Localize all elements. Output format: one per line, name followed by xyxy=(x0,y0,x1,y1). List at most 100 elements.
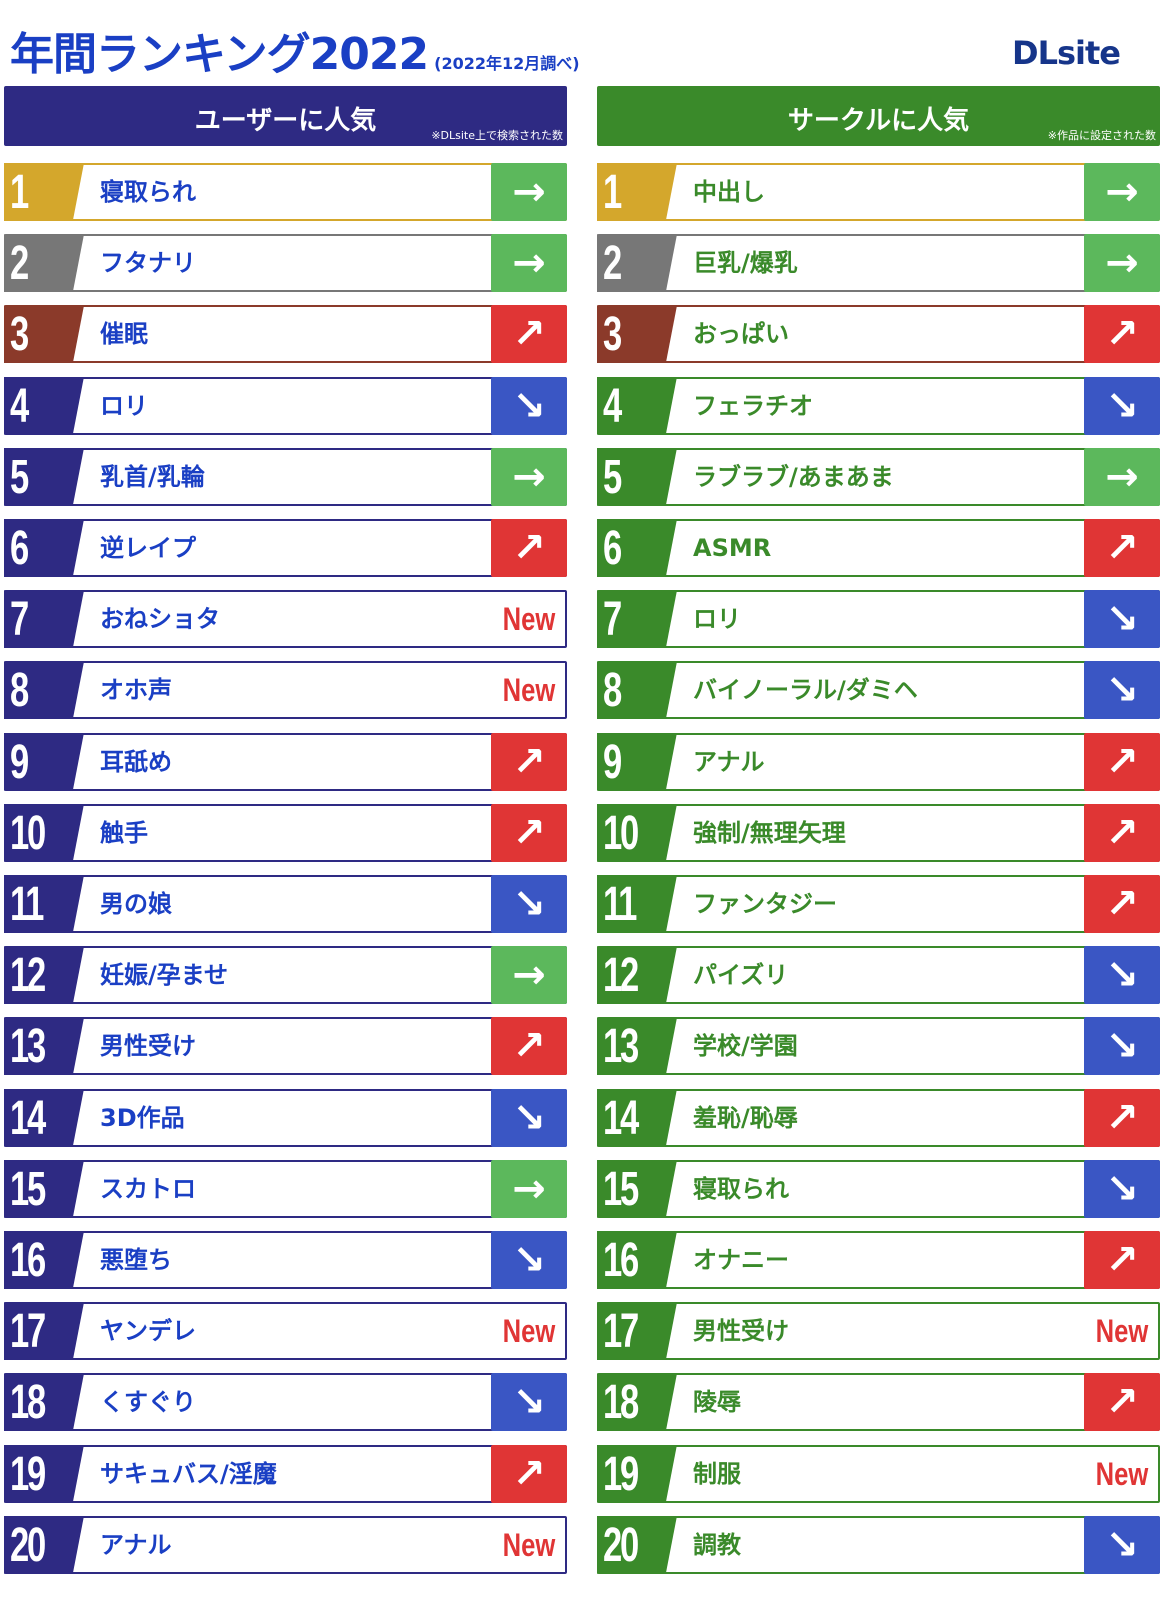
tag-label: 触手 xyxy=(100,818,148,847)
ranking-row[interactable]: 4 ロリ ↘ xyxy=(4,376,567,435)
dlsite-logo[interactable]: DLsite xyxy=(1012,34,1121,72)
ranking-row[interactable]: 11 男の娘 ↘ xyxy=(4,875,567,933)
ranking-row[interactable]: 10 強制/無理矢理 ↗ xyxy=(597,803,1160,862)
ranking-row[interactable]: 17 ヤンデレ New xyxy=(4,1302,567,1361)
arrow-up-right-icon: ↗ xyxy=(1084,732,1160,791)
rank-number: 8 xyxy=(10,664,29,718)
ranking-row[interactable]: 7 ロリ ↘ xyxy=(597,590,1160,649)
rank-number: 13 xyxy=(10,1020,46,1074)
ranking-row[interactable]: 14 3D作品 ↘ xyxy=(4,1088,567,1147)
ranking-row[interactable]: 2 フタナリ → xyxy=(4,234,567,293)
arrow-down-right-icon: ↘ xyxy=(1084,1017,1160,1076)
tag-label: スカトロ xyxy=(100,1174,196,1203)
tag-label: 妊娠/孕ませ xyxy=(100,961,229,990)
tag-label: 乳首/乳輪 xyxy=(100,462,205,491)
ranking-row[interactable]: 17 男性受け New xyxy=(597,1302,1160,1361)
tag-label: 中出し xyxy=(693,178,765,206)
ranking-row[interactable]: 18 くすぐり ↘ xyxy=(4,1373,567,1432)
logo-text: DLsite xyxy=(1012,34,1121,72)
tag-label: フタナリ xyxy=(100,249,196,278)
ranking-row[interactable]: 6 逆レイプ ↗ xyxy=(4,519,567,577)
rank-number: 1 xyxy=(603,166,622,219)
ranking-row[interactable]: 11 ファンタジー ↗ xyxy=(597,875,1160,933)
ranking-row[interactable]: 12 妊娠/孕ませ → xyxy=(4,946,567,1005)
ranking-row[interactable]: 8 オホ声 New xyxy=(4,661,567,720)
ranking-row[interactable]: 5 ラブラブ/あまあま → xyxy=(597,447,1160,506)
new-badge: New xyxy=(502,601,556,638)
tag-label: 巨乳/爆乳 xyxy=(693,249,798,278)
ranking-row[interactable]: 5 乳首/乳輪 → xyxy=(4,447,567,506)
rank-number: 19 xyxy=(603,1447,639,1501)
tag-label: ロリ xyxy=(693,605,741,634)
tag-label: ロリ xyxy=(100,391,148,420)
tag-label: 催眠 xyxy=(100,320,148,349)
arrow-up-right-icon: ↗ xyxy=(491,803,567,862)
tag-label: おっぱい xyxy=(693,320,789,349)
ranking-row[interactable]: 3 催眠 ↗ xyxy=(4,305,567,364)
tag-label: 男の娘 xyxy=(100,890,172,918)
arrow-down-right-icon: ↘ xyxy=(491,1373,567,1432)
rank-number: 18 xyxy=(603,1376,639,1430)
new-badge: New xyxy=(1095,1313,1149,1350)
ranking-row[interactable]: 18 陵辱 ↗ xyxy=(597,1373,1160,1432)
tag-label: オナニー xyxy=(693,1246,789,1274)
ranking-row[interactable]: 16 悪堕ち ↘ xyxy=(4,1231,567,1289)
ranking-row[interactable]: 15 寝取られ ↘ xyxy=(597,1159,1160,1218)
arrow-down-right-icon: ↘ xyxy=(1084,946,1160,1005)
ranking-row[interactable]: 16 オナニー ↗ xyxy=(597,1231,1160,1289)
arrow-down-right-icon: ↘ xyxy=(1084,376,1160,435)
tag-label: ASMR xyxy=(693,534,772,562)
rank-number: 9 xyxy=(10,735,29,789)
rank-number: 10 xyxy=(603,806,639,860)
ranking-row[interactable]: 14 羞恥/恥辱 ↗ xyxy=(597,1088,1160,1147)
tag-label: 耳舐め xyxy=(100,747,172,776)
ranking-row[interactable]: 1 寝取られ → xyxy=(4,163,567,221)
ranking-row[interactable]: 1 中出し → xyxy=(597,163,1160,221)
tag-label: サキュバス/淫魔 xyxy=(100,1459,277,1488)
tag-label: ファンタジー xyxy=(693,890,837,918)
rank-number: 3 xyxy=(603,308,622,362)
ranking-row[interactable]: 9 耳舐め ↗ xyxy=(4,732,567,791)
ranking-row[interactable]: 19 制服 New xyxy=(597,1444,1160,1503)
rank-number: 7 xyxy=(10,593,29,647)
arrow-up-right-icon: ↗ xyxy=(1084,519,1160,577)
rank-number: 15 xyxy=(603,1162,639,1216)
rank-number: 13 xyxy=(603,1020,639,1074)
tag-label: 陵辱 xyxy=(693,1388,741,1417)
rank-number: 9 xyxy=(603,735,622,789)
tag-label: 悪堕ち xyxy=(100,1246,172,1274)
arrow-right-icon: → xyxy=(491,946,567,1005)
ranking-row[interactable]: 10 触手 ↗ xyxy=(4,803,567,862)
ranking-row[interactable]: 20 調教 ↘ xyxy=(597,1515,1160,1574)
arrow-down-right-icon: ↘ xyxy=(491,1231,567,1289)
ranking-row[interactable]: 13 学校/学園 ↘ xyxy=(597,1017,1160,1076)
ranking-row[interactable]: 13 男性受け ↗ xyxy=(4,1017,567,1076)
column-note: ※DLsite上で検索された数 xyxy=(431,129,563,142)
ranking-row[interactable]: 2 巨乳/爆乳 → xyxy=(597,234,1160,293)
tag-label: 制服 xyxy=(693,1459,741,1488)
tag-label: フェラチオ xyxy=(693,391,813,420)
rank-number: 6 xyxy=(603,522,622,575)
tag-label: 男性受け xyxy=(100,1032,196,1061)
ranking-row[interactable]: 7 おねショタ New xyxy=(4,590,567,649)
rank-number: 5 xyxy=(10,450,29,504)
ranking-row[interactable]: 15 スカトロ → xyxy=(4,1159,567,1218)
ranking-row[interactable]: 6 ASMR ↗ xyxy=(597,519,1160,577)
tag-label: アナル xyxy=(693,747,765,776)
ranking-row[interactable]: 4 フェラチオ ↘ xyxy=(597,376,1160,435)
ranking-row[interactable]: 20 アナル New xyxy=(4,1515,567,1574)
rank-number: 17 xyxy=(603,1305,639,1359)
new-badge: New xyxy=(502,1313,556,1350)
tag-label: 逆レイプ xyxy=(100,534,196,562)
ranking-row[interactable]: 9 アナル ↗ xyxy=(597,732,1160,791)
ranking-row[interactable]: 12 パイズリ ↘ xyxy=(597,946,1160,1005)
ranking-row[interactable]: 8 バイノーラル/ダミヘ ↘ xyxy=(597,661,1160,720)
rank-number: 3 xyxy=(10,308,29,362)
ranking-row[interactable]: 19 サキュバス/淫魔 ↗ xyxy=(4,1444,567,1503)
tag-label: 強制/無理矢理 xyxy=(693,818,846,847)
ranking-row[interactable]: 3 おっぱい ↗ xyxy=(597,305,1160,364)
tag-label: パイズリ xyxy=(693,961,789,990)
rank-number: 2 xyxy=(10,237,29,291)
arrow-up-right-icon: ↗ xyxy=(1084,875,1160,933)
rank-number: 5 xyxy=(603,450,622,504)
